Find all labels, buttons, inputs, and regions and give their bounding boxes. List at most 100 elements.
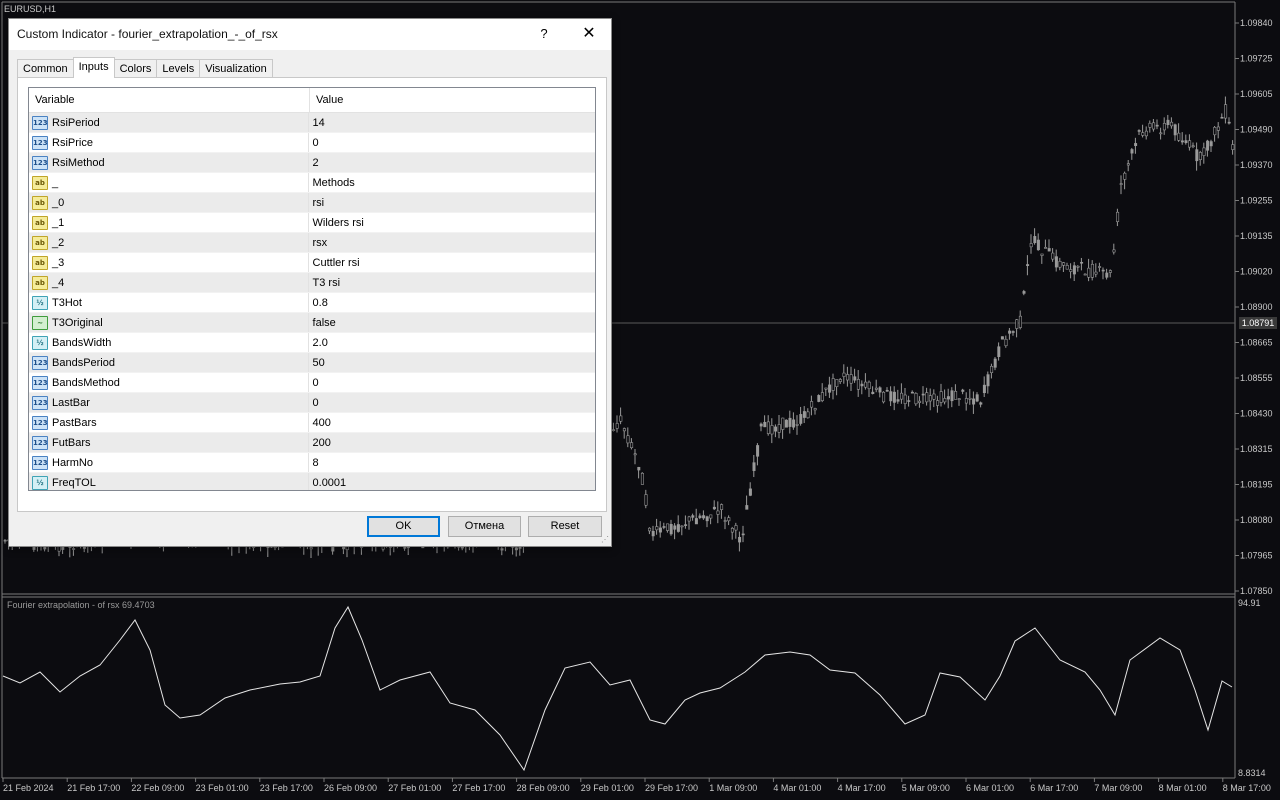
- value-cell[interactable]: T3 rsi: [309, 273, 595, 292]
- value-cell[interactable]: 0.0001: [309, 473, 595, 490]
- time-tick-label: 26 Feb 09:00: [324, 783, 377, 793]
- table-row[interactable]: ~ T3Original false: [29, 313, 595, 333]
- indicator-min-label: 8.8314: [1238, 768, 1266, 778]
- candle-body: [694, 518, 698, 525]
- candle-body: [345, 546, 349, 551]
- candle-body: [914, 392, 918, 405]
- value-cell[interactable]: 14: [309, 113, 595, 132]
- tab-common[interactable]: Common: [17, 59, 74, 78]
- value-cell[interactable]: Wilders rsi: [309, 213, 595, 232]
- table-row[interactable]: ab _0 rsi: [29, 193, 595, 213]
- candle-body: [774, 426, 778, 432]
- candle-body: [954, 391, 958, 400]
- candle-body: [709, 514, 713, 519]
- variable-name: FreqTOL: [52, 476, 96, 489]
- table-row[interactable]: ½ T3Hot 0.8: [29, 293, 595, 313]
- help-button[interactable]: ?: [535, 24, 553, 44]
- price-tick-label: 1.08900: [1240, 302, 1273, 312]
- tab-colors[interactable]: Colors: [113, 59, 158, 78]
- value-cell[interactable]: 0: [309, 393, 595, 412]
- table-row[interactable]: 123 HarmNo 8: [29, 453, 595, 473]
- close-icon[interactable]: ✕: [579, 24, 599, 44]
- time-tick-label: 4 Mar 17:00: [838, 783, 886, 793]
- candle-body: [792, 419, 796, 428]
- candle-body: [975, 394, 979, 402]
- value-cell[interactable]: 8: [309, 453, 595, 472]
- resize-grip-icon[interactable]: ⋰: [601, 536, 609, 544]
- variable-cell: 123 HarmNo: [29, 453, 309, 472]
- table-row[interactable]: ½ FreqTOL 0.0001: [29, 473, 595, 490]
- candle-body: [831, 378, 835, 391]
- candle-body: [1065, 265, 1069, 270]
- table-row[interactable]: 123 FutBars 200: [29, 433, 595, 453]
- candle-body: [3, 539, 7, 542]
- table-row[interactable]: 123 RsiPrice 0: [29, 133, 595, 153]
- ok-button[interactable]: OK: [367, 516, 440, 537]
- table-row[interactable]: 123 RsiMethod 2: [29, 153, 595, 173]
- candle-body: [838, 379, 842, 382]
- tab-levels[interactable]: Levels: [156, 59, 201, 78]
- candle-body: [666, 523, 670, 531]
- value-cell[interactable]: rsi: [309, 193, 595, 212]
- value-cell[interactable]: rsx: [309, 233, 595, 252]
- column-header-value[interactable]: Value: [310, 88, 594, 112]
- time-tick-label: 27 Feb 17:00: [452, 783, 505, 793]
- candle-body: [655, 526, 659, 531]
- value-cell[interactable]: 0.8: [309, 293, 595, 312]
- candle-body: [896, 399, 900, 402]
- table-body: 123 RsiPeriod 14 123 RsiPrice 0 123 RsiMethod 2 a…: [29, 113, 595, 490]
- table-row[interactable]: ab _1 Wilders rsi: [29, 213, 595, 233]
- reset-button[interactable]: Reset: [528, 516, 602, 537]
- time-tick-label: 22 Feb 09:00: [131, 783, 184, 793]
- table-row[interactable]: ab _4 T3 rsi: [29, 273, 595, 293]
- candle-body: [1195, 149, 1199, 162]
- table-row[interactable]: 123 RsiPeriod 14: [29, 113, 595, 133]
- table-row[interactable]: ab _2 rsx: [29, 233, 595, 253]
- value-cell[interactable]: 50: [309, 353, 595, 372]
- value-cell[interactable]: Methods: [309, 173, 595, 192]
- candle-body: [741, 533, 745, 536]
- time-tick-label: 5 Mar 09:00: [902, 783, 950, 793]
- candle-body: [1094, 271, 1098, 275]
- candle-body: [1123, 172, 1127, 180]
- table-row[interactable]: 123 PastBars 400: [29, 413, 595, 433]
- candle-body: [918, 400, 922, 403]
- table-row[interactable]: ½ BandsWidth 2.0: [29, 333, 595, 353]
- candle-body: [698, 515, 702, 518]
- variable-cell: ½ FreqTOL: [29, 473, 309, 490]
- value-cell[interactable]: 0: [309, 373, 595, 392]
- candle-body: [1029, 243, 1033, 248]
- table-row[interactable]: 123 LastBar 0: [29, 393, 595, 413]
- candle-body: [1101, 269, 1105, 272]
- value-cell[interactable]: 2: [309, 153, 595, 172]
- tab-inputs[interactable]: Inputs: [72, 57, 115, 78]
- candle-body: [957, 398, 961, 400]
- dialog-titlebar[interactable]: Custom Indicator - fourier_extrapolation…: [9, 19, 611, 50]
- table-row[interactable]: ab _3 Cuttler rsi: [29, 253, 595, 273]
- price-tick-label: 1.07850: [1240, 586, 1273, 596]
- custom-indicator-dialog: Custom Indicator - fourier_extrapolation…: [8, 18, 612, 547]
- candle-body: [979, 402, 983, 405]
- value-cell[interactable]: Cuttler rsi: [309, 253, 595, 272]
- column-header-variable[interactable]: Variable: [29, 88, 310, 112]
- table-row[interactable]: 123 BandsMethod 0: [29, 373, 595, 393]
- string-type-icon: ab: [32, 215, 48, 230]
- value-cell[interactable]: 400: [309, 413, 595, 432]
- table-row[interactable]: 123 BandsPeriod 50: [29, 353, 595, 373]
- double-type-icon: ½: [32, 295, 48, 310]
- candle-body: [1213, 127, 1217, 136]
- string-type-icon: ab: [32, 275, 48, 290]
- table-row[interactable]: ab _ Methods: [29, 173, 595, 193]
- candle-body: [1159, 132, 1163, 135]
- candle-body: [950, 390, 954, 402]
- value-cell[interactable]: false: [309, 313, 595, 332]
- candle-body: [637, 466, 641, 471]
- variable-name: _3: [52, 256, 65, 269]
- cancel-button[interactable]: Отмена: [448, 516, 521, 537]
- value-cell[interactable]: 2.0: [309, 333, 595, 352]
- value-cell[interactable]: 200: [309, 433, 595, 452]
- candle-body: [824, 387, 828, 390]
- tab-visualization[interactable]: Visualization: [199, 59, 273, 78]
- candle-body: [1216, 126, 1220, 131]
- value-cell[interactable]: 0: [309, 133, 595, 152]
